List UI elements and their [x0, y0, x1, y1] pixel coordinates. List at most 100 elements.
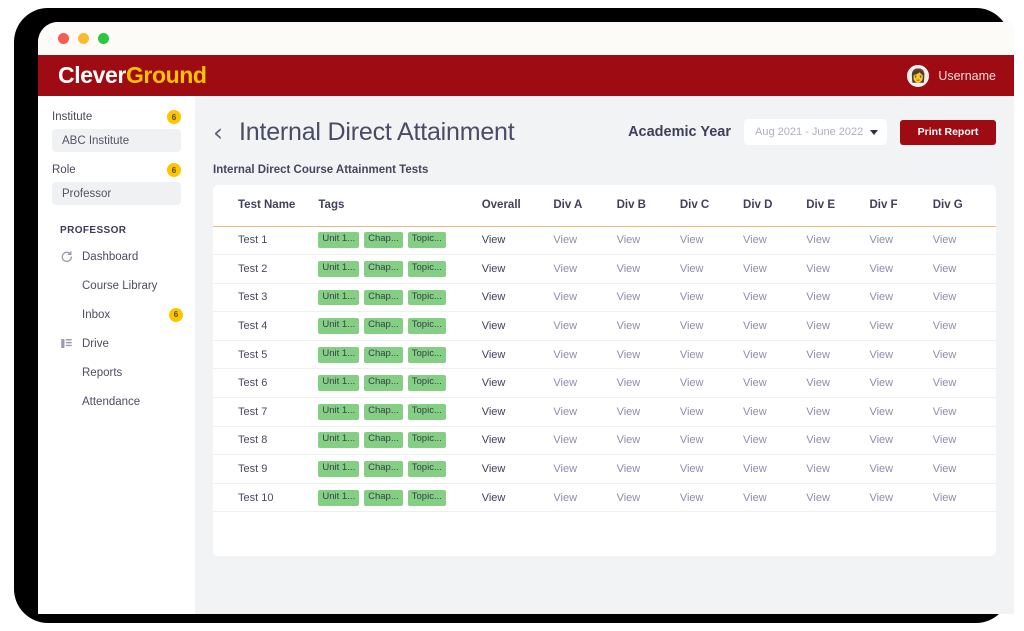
cell-div-view-link[interactable]: View — [743, 483, 807, 513]
cell-overall-view-link[interactable]: View — [481, 426, 554, 456]
cell-div-view-link[interactable]: View — [679, 311, 744, 341]
tag-chip[interactable]: Topic... — [407, 375, 446, 392]
cell-div-view-link[interactable]: View — [616, 254, 680, 284]
cell-div-view-link[interactable]: View — [869, 397, 933, 427]
cell-div-view-link[interactable]: View — [869, 226, 933, 256]
tag-chip[interactable]: Unit 1... — [318, 375, 360, 392]
tag-chip[interactable]: Unit 1... — [318, 346, 360, 363]
table-row[interactable]: Test 1 Unit 1... Chap... Topic... View View Vi… — [213, 226, 996, 256]
cell-div-view-link[interactable]: View — [616, 283, 680, 313]
tag-chip[interactable]: Unit 1... — [318, 232, 360, 249]
tag-chip[interactable]: Chap... — [364, 289, 403, 306]
cell-div-view-link[interactable]: View — [806, 454, 870, 484]
print-report-button[interactable]: Print Report — [900, 119, 996, 145]
cell-div-view-link[interactable]: View — [806, 483, 870, 513]
cell-div-view-link[interactable]: View — [806, 311, 870, 341]
cell-div-view-link[interactable]: View — [616, 483, 680, 513]
cell-div-view-link[interactable]: View — [679, 254, 744, 284]
cell-div-view-link[interactable]: View — [743, 311, 807, 341]
cell-div-view-link[interactable]: View — [743, 426, 807, 456]
tag-chip[interactable]: Unit 1... — [318, 318, 360, 335]
cell-div-view-link[interactable]: View — [616, 454, 680, 484]
sidebar-item-attendance[interactable]: Attendance — [38, 387, 195, 416]
tag-chip[interactable]: Topic... — [407, 232, 446, 249]
tag-chip[interactable]: Chap... — [364, 375, 403, 392]
cell-div-view-link[interactable]: View — [806, 340, 870, 370]
cell-div-view-link[interactable]: View — [679, 426, 744, 456]
cell-div-view-link[interactable]: View — [932, 368, 996, 399]
cell-div-view-link[interactable]: View — [932, 454, 996, 484]
cell-div-view-link[interactable]: View — [616, 340, 680, 370]
table-row[interactable]: Test 8 Unit 1... Chap... Topic... View View Vi… — [213, 426, 996, 456]
cell-div-view-link[interactable]: View — [553, 311, 617, 341]
cell-div-view-link[interactable]: View — [743, 283, 807, 313]
cell-div-view-link[interactable]: View — [616, 368, 680, 399]
cell-div-view-link[interactable]: View — [616, 426, 680, 456]
sidebar-item-course-library[interactable]: Course Library — [38, 271, 195, 300]
tag-chip[interactable]: Topic... — [407, 403, 446, 420]
tag-chip[interactable]: Chap... — [364, 260, 403, 277]
cell-div-view-link[interactable]: View — [869, 283, 933, 313]
cell-div-view-link[interactable]: View — [616, 397, 680, 427]
cell-div-view-link[interactable]: View — [679, 397, 744, 427]
back-icon[interactable]: ‹ — [213, 120, 223, 145]
cell-overall-view-link[interactable]: View — [481, 254, 554, 284]
tag-chip[interactable]: Unit 1... — [318, 432, 360, 449]
cell-div-view-link[interactable]: View — [806, 226, 870, 256]
cell-overall-view-link[interactable]: View — [481, 368, 554, 399]
tag-chip[interactable]: Topic... — [407, 289, 446, 306]
cell-div-view-link[interactable]: View — [743, 397, 807, 427]
cell-div-view-link[interactable]: View — [679, 454, 744, 484]
cell-div-view-link[interactable]: View — [869, 254, 933, 284]
maximize-window-button[interactable] — [98, 33, 109, 44]
cell-div-view-link[interactable]: View — [679, 283, 744, 313]
tag-chip[interactable]: Chap... — [364, 346, 403, 363]
cell-div-view-link[interactable]: View — [932, 283, 996, 313]
cell-div-view-link[interactable]: View — [553, 426, 617, 456]
cell-div-view-link[interactable]: View — [869, 454, 933, 484]
tag-chip[interactable]: Unit 1... — [318, 403, 360, 420]
sidebar-item-drive[interactable]: Drive — [38, 329, 195, 358]
cell-div-view-link[interactable]: View — [932, 254, 996, 284]
cell-div-view-link[interactable]: View — [932, 426, 996, 456]
cell-div-view-link[interactable]: View — [932, 397, 996, 427]
cell-overall-view-link[interactable]: View — [481, 483, 554, 513]
cell-div-view-link[interactable]: View — [869, 311, 933, 341]
app-logo[interactable]: CleverGround — [58, 62, 207, 89]
sidebar-item-inbox[interactable]: Inbox 6 — [38, 300, 195, 329]
tag-chip[interactable]: Chap... — [364, 461, 403, 477]
cell-div-view-link[interactable]: View — [743, 454, 807, 484]
tag-chip[interactable]: Unit 1... — [318, 289, 360, 306]
cell-div-view-link[interactable]: View — [553, 483, 617, 513]
cell-overall-view-link[interactable]: View — [481, 454, 554, 484]
cell-div-view-link[interactable]: View — [932, 340, 996, 370]
table-row[interactable]: Test 9 Unit 1... Chap... Topic... View View Vi… — [213, 454, 996, 484]
cell-div-view-link[interactable]: View — [932, 483, 996, 513]
cell-div-view-link[interactable]: View — [806, 426, 870, 456]
tag-chip[interactable]: Topic... — [407, 346, 446, 363]
cell-div-view-link[interactable]: View — [869, 368, 933, 399]
sidebar-item-reports[interactable]: Reports — [38, 358, 195, 387]
table-row[interactable]: Test 6 Unit 1... Chap... Topic... View View Vi… — [213, 368, 996, 399]
cell-overall-view-link[interactable]: View — [481, 397, 554, 427]
cell-div-view-link[interactable]: View — [743, 340, 807, 370]
cell-div-view-link[interactable]: View — [743, 226, 807, 256]
tag-chip[interactable]: Unit 1... — [318, 461, 360, 477]
tag-chip[interactable]: Topic... — [407, 260, 446, 277]
tag-chip[interactable]: Topic... — [407, 461, 446, 477]
cell-div-view-link[interactable]: View — [679, 368, 744, 399]
table-row[interactable]: Test 3 Unit 1... Chap... Topic... View View Vi… — [213, 283, 996, 313]
user-menu[interactable]: 👩 Username — [907, 64, 996, 87]
close-window-button[interactable] — [58, 33, 69, 44]
tag-chip[interactable]: Unit 1... — [318, 489, 360, 506]
tag-chip[interactable]: Unit 1... — [318, 260, 360, 277]
sidebar-item-dashboard[interactable]: Dashboard — [38, 242, 195, 271]
cell-div-view-link[interactable]: View — [743, 254, 807, 284]
cell-div-view-link[interactable]: View — [869, 426, 933, 456]
cell-div-view-link[interactable]: View — [616, 311, 680, 341]
tag-chip[interactable]: Topic... — [407, 489, 446, 506]
cell-overall-view-link[interactable]: View — [481, 311, 554, 341]
cell-div-view-link[interactable]: View — [806, 254, 870, 284]
cell-div-view-link[interactable]: View — [553, 226, 617, 256]
cell-div-view-link[interactable]: View — [869, 483, 933, 513]
